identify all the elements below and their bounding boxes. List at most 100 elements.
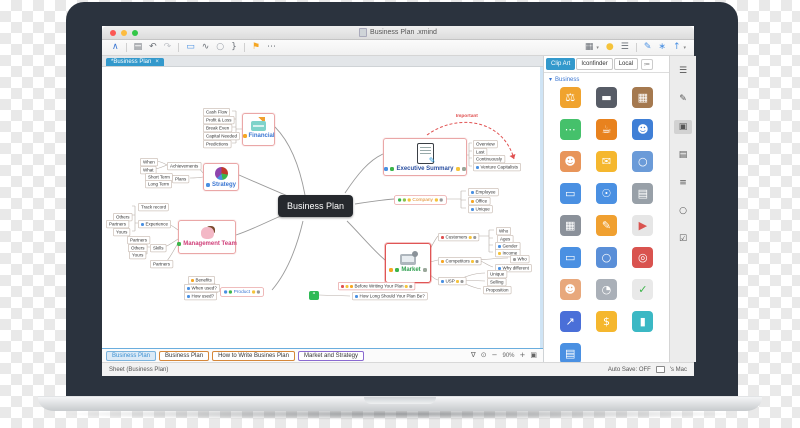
dollar-coin-icon[interactable]: $ bbox=[595, 311, 617, 332]
sheet-tab-2[interactable]: How to Write Busines Plan bbox=[212, 350, 295, 361]
sub-capital-needed[interactable]: Capital Needed bbox=[203, 132, 241, 141]
insert-topic-icon[interactable]: ▭ bbox=[186, 43, 195, 52]
checklist-icon[interactable]: ✓ bbox=[632, 279, 654, 300]
pencil-icon[interactable]: ✎ bbox=[595, 215, 617, 236]
folder-icon[interactable]: ▭ bbox=[559, 183, 581, 204]
fit-icon[interactable]: ▣ bbox=[530, 351, 537, 360]
web-layout-icon[interactable]: ▦ bbox=[559, 215, 581, 236]
presentation-icon[interactable]: ▦ bbox=[585, 43, 594, 52]
comment-icon[interactable]: ○ bbox=[674, 204, 692, 218]
sub-achievements[interactable]: Achievements bbox=[167, 162, 202, 171]
growth-chart-icon[interactable]: ↗ bbox=[559, 311, 581, 332]
panel-tab-iconfinder[interactable]: Iconfinder bbox=[576, 58, 613, 70]
structure-icon[interactable]: ▤ bbox=[674, 148, 692, 162]
relationship-icon[interactable]: ∿ bbox=[202, 43, 210, 52]
zoom-out-icon[interactable]: − bbox=[492, 351, 498, 360]
sub-cash-flow[interactable]: Cash Flow bbox=[203, 108, 231, 117]
sub-partners-2[interactable]: Partners bbox=[127, 236, 151, 245]
globe-icon[interactable]: ☉ bbox=[595, 183, 617, 204]
printer-icon[interactable]: ▭ bbox=[559, 247, 581, 268]
sheet-tab-3[interactable]: Market and Strategy bbox=[297, 350, 365, 361]
topic-market[interactable]: Market bbox=[385, 243, 431, 283]
close-tab-icon[interactable]: × bbox=[155, 59, 159, 65]
maximize-window-icon[interactable] bbox=[132, 30, 138, 36]
dropdown-caret-icon[interactable]: ▾ bbox=[596, 45, 599, 51]
redo-icon[interactable]: ↷ bbox=[164, 43, 172, 52]
sub-track-record[interactable]: Track record bbox=[138, 203, 170, 212]
presentation-board-icon[interactable]: ▶ bbox=[632, 215, 654, 236]
boundary-icon[interactable]: ○ bbox=[216, 43, 224, 52]
briefcase-icon[interactable]: ▬ bbox=[595, 87, 617, 108]
card-window-icon[interactable]: ▤ bbox=[559, 343, 581, 364]
contact-book-icon[interactable]: ☻ bbox=[632, 119, 654, 140]
sub-partners-1[interactable]: Partners bbox=[106, 220, 130, 229]
target-icon[interactable]: ◎ bbox=[632, 247, 654, 268]
sub-employee[interactable]: Employee bbox=[468, 188, 499, 197]
format-icon[interactable]: ☰ bbox=[674, 64, 692, 78]
dropdown-caret-icon[interactable]: ▾ bbox=[683, 45, 686, 51]
tab-business-plan[interactable]: *Business Plan × bbox=[106, 58, 164, 66]
topic-management-team[interactable]: Management Team bbox=[177, 220, 237, 254]
sub-profit-loss[interactable]: Profit & Loss bbox=[203, 116, 235, 125]
sub-office[interactable]: Office bbox=[468, 197, 491, 206]
share-icon[interactable]: ∗ bbox=[658, 43, 666, 52]
sub-long-term[interactable]: Long Term bbox=[145, 180, 173, 189]
sub-venture-capitalists[interactable]: Venture Capitalists bbox=[473, 163, 522, 172]
undo-icon[interactable]: ↶ bbox=[149, 43, 157, 52]
task-icon[interactable]: ☑ bbox=[674, 232, 692, 246]
sheet-tab-1[interactable]: Business Plan bbox=[159, 350, 210, 361]
people-group-icon[interactable]: ☻ bbox=[559, 279, 581, 300]
slides-icon[interactable]: ☰ bbox=[621, 43, 629, 52]
marker-flag-icon[interactable]: ⚑ bbox=[252, 43, 260, 52]
sub-how-used[interactable]: How used? bbox=[184, 292, 218, 301]
theme-brush-icon[interactable]: ✎ bbox=[674, 92, 692, 106]
sub-when[interactable]: When bbox=[140, 158, 158, 167]
sub-skills[interactable]: Skills bbox=[150, 244, 167, 253]
quote-topic[interactable]: “ bbox=[309, 291, 319, 300]
topic-financial[interactable]: Financial bbox=[242, 113, 275, 146]
topic-company[interactable]: Company bbox=[394, 195, 447, 205]
minimize-window-icon[interactable] bbox=[121, 30, 127, 36]
pen-icon[interactable]: ✎ bbox=[644, 43, 652, 52]
sub-usp[interactable]: USP bbox=[438, 277, 467, 286]
sub-benefits[interactable]: Benefits bbox=[188, 276, 215, 285]
mindmap-canvas[interactable]: Important Business Plan Financial Strategy… bbox=[102, 67, 543, 348]
envelope-icon[interactable]: ✉ bbox=[595, 151, 617, 172]
support-person-icon[interactable]: ☻ bbox=[559, 151, 581, 172]
central-topic[interactable]: Business Plan bbox=[278, 195, 354, 217]
sub-who-2[interactable]: Who bbox=[510, 255, 530, 264]
microphone-icon[interactable]: ▮ bbox=[632, 311, 654, 332]
magnifier-icon[interactable]: ○ bbox=[595, 247, 617, 268]
topic-strategy[interactable]: Strategy bbox=[203, 163, 239, 191]
sub-customers[interactable]: Customers bbox=[438, 233, 480, 242]
sub-competitors[interactable]: Competitors bbox=[438, 257, 482, 266]
document-search-icon[interactable]: ○ bbox=[632, 151, 654, 172]
home-chevron-icon[interactable]: ∧ bbox=[112, 43, 119, 52]
eye-icon[interactable]: ⊙ bbox=[481, 351, 487, 360]
sub-plans[interactable]: Plans bbox=[172, 175, 190, 184]
lightbulb-icon[interactable]: ● bbox=[606, 43, 614, 52]
sub-who-1[interactable]: Who bbox=[496, 227, 512, 236]
topic-executive-summary[interactable]: Executive Summary bbox=[383, 138, 467, 176]
panel-tab-local[interactable]: Local bbox=[613, 58, 639, 70]
sub-break-even[interactable]: Break Even bbox=[203, 124, 233, 133]
summary-icon[interactable]: } bbox=[231, 43, 237, 52]
scales-icon[interactable]: ⚖ bbox=[559, 87, 581, 108]
sub-experience[interactable]: Experience bbox=[138, 220, 172, 229]
sub-unique-2[interactable]: Unique bbox=[487, 270, 508, 279]
sub-yours-2[interactable]: Yours bbox=[129, 251, 147, 260]
sub-unique-1[interactable]: Unique bbox=[468, 205, 493, 214]
sub-continuously[interactable]: Continuously bbox=[473, 155, 506, 164]
filter-icon[interactable]: ∇ bbox=[471, 351, 476, 360]
close-window-icon[interactable] bbox=[110, 30, 116, 36]
coffee-cup-icon[interactable]: ☕ bbox=[595, 119, 617, 140]
clipart-category[interactable]: ▾ Business bbox=[544, 73, 669, 84]
sub-yours-1[interactable]: Yours bbox=[113, 228, 131, 237]
sub-predictions[interactable]: Predictions bbox=[203, 140, 232, 149]
topic-product[interactable]: Product bbox=[220, 287, 264, 297]
sheet-tab-0[interactable]: Business Plan bbox=[106, 350, 157, 361]
sub-proposition[interactable]: Proposition bbox=[483, 286, 512, 295]
sub-selling[interactable]: Selling bbox=[487, 278, 507, 287]
export-icon[interactable]: ↑ bbox=[673, 43, 681, 52]
calculator-icon[interactable]: ▦ bbox=[632, 87, 654, 108]
